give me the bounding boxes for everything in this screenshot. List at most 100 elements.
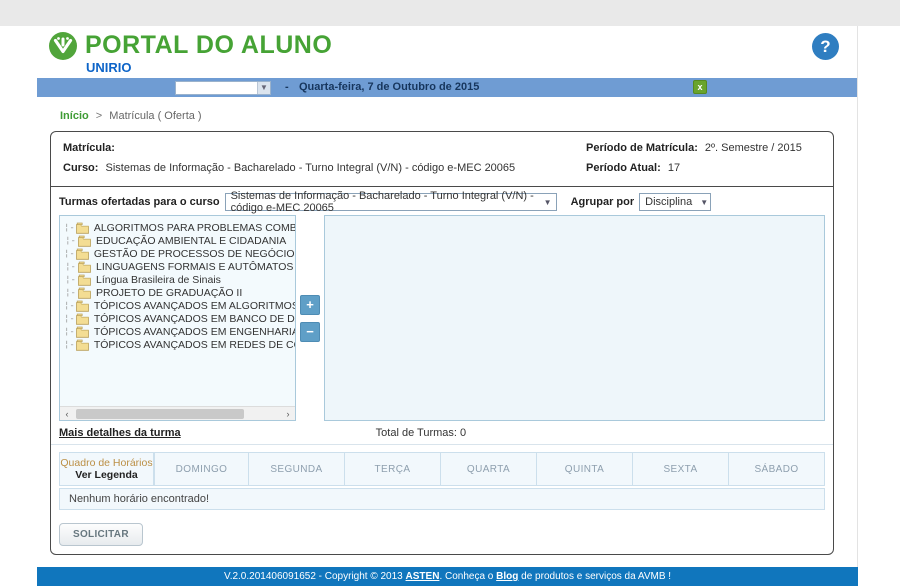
day-label: SEXTA (663, 464, 697, 475)
day-label: SEGUNDA (270, 464, 322, 475)
tree-expand-icon[interactable]: ¦- (64, 314, 75, 324)
blog-link[interactable]: Blog (496, 571, 518, 582)
tree-expand-icon[interactable]: ¦- (64, 223, 75, 233)
schedule-table: Quadro de Horários Ver Legenda DOMINGO S… (59, 452, 825, 510)
group-by-label: Agrupar por (571, 196, 635, 208)
course-select[interactable]: Sistemas de Informação - Bacharelado - T… (225, 193, 557, 211)
schedule-empty-row: Nenhum horário encontrado! (59, 488, 825, 510)
tree-expand-icon[interactable]: ¦- (64, 262, 77, 272)
view-legend-link[interactable]: Ver Legenda (75, 469, 137, 481)
scroll-left-icon[interactable]: ‹ (60, 409, 74, 419)
tree-item-discipline[interactable]: ¦- TÓPICOS AVANÇADOS EM ALGORITMOS I (64, 299, 295, 312)
day-label: SÁBADO (754, 464, 798, 475)
folder-icon (77, 287, 92, 299)
submit-area: SOLICITAR (51, 510, 833, 554)
group-by-select[interactable]: Disciplina ▼ (639, 193, 711, 211)
tree-item-label: PROJETO DE GRADUAÇÃO II (96, 287, 242, 299)
breadcrumb-home-link[interactable]: Início (60, 110, 89, 122)
tree-item-discipline[interactable]: ¦- LINGUAGENS FORMAIS E AUTÔMATOS (64, 260, 295, 273)
tree-expand-icon[interactable]: ¦- (64, 301, 75, 311)
close-bar-button[interactable]: x (693, 80, 707, 94)
folder-icon (75, 313, 90, 325)
day-label: TERÇA (375, 464, 411, 475)
tree-expand-icon[interactable]: ¦- (64, 288, 77, 298)
schedule-day-header: SEXTA (633, 452, 729, 486)
tree-item-label: ALGORITMOS PARA PROBLEMAS COMBINATÓRIOS (94, 222, 295, 234)
top-blue-bar: ▼ - Quarta-feira, 7 de Outubro de 2015 x (37, 78, 857, 97)
schedule-header-row: Quadro de Horários Ver Legenda DOMINGO S… (59, 452, 825, 486)
folder-icon (75, 326, 90, 338)
folder-icon (75, 339, 90, 351)
offers-panels: ¦- ALGORITMOS PARA PROBLEMAS COMBINATÓRI… (51, 215, 833, 421)
course-select-value: Sistemas de Informação - Bacharelado - T… (231, 190, 536, 214)
schedule-day-header: SÁBADO (729, 452, 825, 486)
tree-expand-icon[interactable]: ¦- (64, 275, 77, 285)
tree-item-label: LINGUAGENS FORMAIS E AUTÔMATOS (96, 261, 293, 273)
browser-top-strip (0, 0, 900, 26)
tree-expand-icon[interactable]: ¦- (64, 327, 75, 337)
folder-icon (77, 274, 92, 286)
unit-select[interactable]: ▼ (175, 81, 271, 95)
app-footer: V.2.0.201406091652 - Copyright © 2013 AS… (37, 567, 858, 586)
current-date: Quarta-feira, 7 de Outubro de 2015 (299, 81, 479, 93)
curso-label: Curso: (63, 162, 98, 174)
schedule-day-header: DOMINGO (154, 452, 249, 486)
page-container: PORTAL DO ALUNO UNIRIO ? ▼ - Quarta-feir… (37, 26, 858, 586)
schedule-day-header: SEGUNDA (249, 452, 345, 486)
tree-expand-icon[interactable]: ¦- (64, 340, 75, 350)
app-header: PORTAL DO ALUNO UNIRIO ? (37, 26, 857, 78)
tree-item-label: GESTÃO DE PROCESSOS DE NEGÓCIOS (94, 248, 295, 260)
schedule-day-header: QUINTA (537, 452, 633, 486)
day-label: QUINTA (565, 464, 604, 475)
day-label: QUARTA (467, 464, 510, 475)
schedule-title: Quadro de Horários (60, 457, 152, 469)
disciplines-tree-list: ¦- ALGORITMOS PARA PROBLEMAS COMBINATÓRI… (60, 216, 295, 406)
total-classes-label: Total de Turmas: (376, 427, 457, 439)
offers-filter-row: Turmas ofertadas para o curso Sistemas d… (51, 187, 833, 215)
tree-item-discipline[interactable]: ¦- Língua Brasileira de Sinais (64, 273, 295, 286)
tree-horizontal-scrollbar[interactable]: ‹ › (60, 406, 295, 420)
tree-item-label: TÓPICOS AVANÇADOS EM REDES DE COMPUTADOR… (94, 339, 295, 351)
tree-expand-icon[interactable]: ¦- (64, 249, 75, 259)
breadcrumb-current: Matrícula ( Oferta ) (109, 110, 201, 122)
tree-item-discipline[interactable]: ¦- EDUCAÇÃO AMBIENTAL E CIDADANIA (64, 234, 295, 247)
footer-middle: . Conheça o (439, 571, 493, 582)
tree-item-label: Língua Brasileira de Sinais (96, 274, 221, 286)
day-label: DOMINGO (176, 464, 228, 475)
app-title: PORTAL DO ALUNO (85, 31, 332, 60)
schedule-day-header: TERÇA (345, 452, 441, 486)
add-class-button[interactable]: + (300, 295, 320, 315)
tree-item-discipline[interactable]: ¦- TÓPICOS AVANÇADOS EM REDES DE COMPUTA… (64, 338, 295, 351)
total-classes-value: 0 (460, 427, 466, 439)
folder-icon (75, 222, 90, 234)
scroll-right-icon[interactable]: › (281, 409, 295, 419)
folder-icon (77, 261, 92, 273)
asten-link[interactable]: ASTEN (406, 571, 440, 582)
help-button[interactable]: ? (812, 33, 839, 60)
breadcrumb: Início > Matrícula ( Oferta ) (37, 97, 857, 131)
more-details-link[interactable]: Mais detalhes da turma (59, 427, 181, 439)
enrollment-box: Matrícula: Curso: Sistemas de Informação… (50, 131, 834, 555)
footer-end: de produtos e serviços da AVMB ! (521, 571, 671, 582)
tree-item-discipline[interactable]: ¦- TÓPICOS AVANÇADOS EM ENGENHARIA DE SO… (64, 325, 295, 338)
selected-classes-panel (324, 215, 825, 421)
folder-icon (75, 248, 90, 260)
chevron-down-icon: ▼ (692, 198, 712, 207)
tree-expand-icon[interactable]: ¦- (64, 236, 77, 246)
total-classes-text: Total de Turmas: 0 (376, 427, 467, 439)
remove-class-button[interactable]: − (300, 322, 320, 342)
transfer-buttons-column: + − (296, 215, 324, 421)
periodo-atual-label: Período Atual: (586, 162, 661, 174)
tree-item-discipline[interactable]: ¦- ALGORITMOS PARA PROBLEMAS COMBINATÓRI… (64, 221, 295, 234)
unirio-logo-icon (48, 31, 78, 61)
tree-item-discipline[interactable]: ¦- GESTÃO DE PROCESSOS DE NEGÓCIOS (64, 247, 295, 260)
solicitar-button[interactable]: SOLICITAR (59, 523, 143, 546)
scrollbar-thumb[interactable] (76, 409, 244, 419)
chevron-down-icon[interactable]: ▼ (257, 82, 270, 94)
details-total-row: Mais detalhes da turma Total de Turmas: … (51, 421, 833, 445)
tree-item-discipline[interactable]: ¦- PROJETO DE GRADUAÇÃO II (64, 286, 295, 299)
folder-icon (77, 235, 92, 247)
tree-item-label: TÓPICOS AVANÇADOS EM BANCO DE DADOS II (94, 313, 295, 325)
tree-item-discipline[interactable]: ¦- TÓPICOS AVANÇADOS EM BANCO DE DADOS I… (64, 312, 295, 325)
schedule-empty-message: Nenhum horário encontrado! (69, 493, 209, 505)
